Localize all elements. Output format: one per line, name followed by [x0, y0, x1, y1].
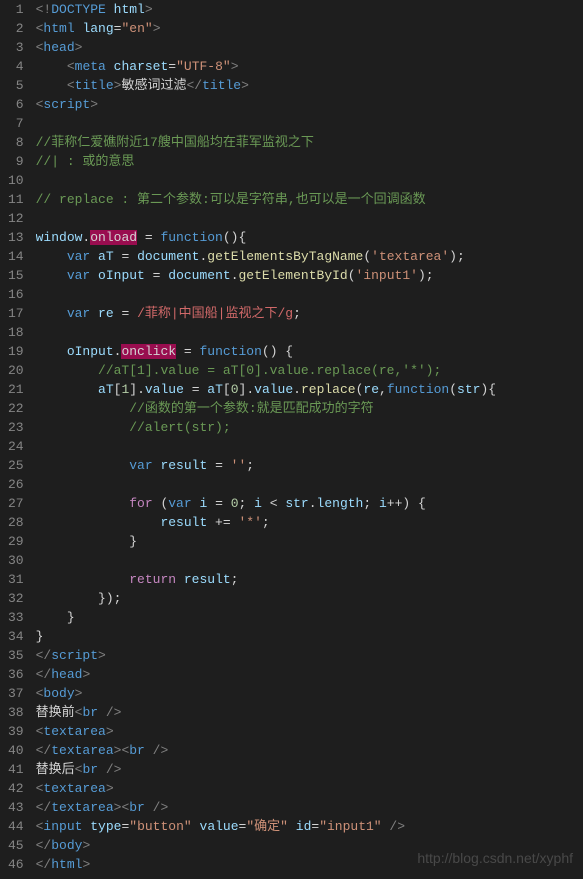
code-line[interactable]: <!DOCTYPE html>: [36, 0, 583, 19]
line-number-gutter: 1 2 3 4 5 6 7 8 9 10 11 12 13 14 15 16 1…: [0, 0, 36, 874]
code-line[interactable]: <body>: [36, 684, 583, 703]
watermark: http://blog.csdn.net/xyphf: [417, 849, 573, 868]
code-line[interactable]: window.onload = function(){: [36, 228, 583, 247]
code-line[interactable]: var result = '';: [36, 456, 583, 475]
code-line[interactable]: }: [36, 608, 583, 627]
code-line[interactable]: [36, 114, 583, 133]
code-line[interactable]: //aT[1].value = aT[0].value.replace(re,'…: [36, 361, 583, 380]
code-line[interactable]: <html lang="en">: [36, 19, 583, 38]
code-line[interactable]: [36, 209, 583, 228]
code-line[interactable]: <textarea>: [36, 722, 583, 741]
code-line[interactable]: oInput.onclick = function() {: [36, 342, 583, 361]
code-line[interactable]: </script>: [36, 646, 583, 665]
code-line[interactable]: <title>敏感词过滤</title>: [36, 76, 583, 95]
code-line[interactable]: </head>: [36, 665, 583, 684]
code-line[interactable]: // replace : 第二个参数:可以是字符串,也可以是一个回调函数: [36, 190, 583, 209]
code-line[interactable]: [36, 437, 583, 456]
code-line[interactable]: <script>: [36, 95, 583, 114]
code-line[interactable]: [36, 551, 583, 570]
code-line[interactable]: 替换前<br />: [36, 703, 583, 722]
code-line[interactable]: //函数的第一个参数:就是匹配成功的字符: [36, 399, 583, 418]
code-line[interactable]: //alert(str);: [36, 418, 583, 437]
code-line[interactable]: var aT = document.getElementsByTagName('…: [36, 247, 583, 266]
code-line[interactable]: [36, 323, 583, 342]
code-line[interactable]: result += '*';: [36, 513, 583, 532]
code-line[interactable]: for (var i = 0; i < str.length; i++) {: [36, 494, 583, 513]
code-line[interactable]: </textarea><br />: [36, 741, 583, 760]
code-line[interactable]: var oInput = document.getElementById('in…: [36, 266, 583, 285]
code-line[interactable]: <meta charset="UTF-8">: [36, 57, 583, 76]
code-line[interactable]: </textarea><br />: [36, 798, 583, 817]
code-line[interactable]: return result;: [36, 570, 583, 589]
code-area[interactable]: <!DOCTYPE html><html lang="en"><head> <m…: [36, 0, 583, 874]
code-line[interactable]: [36, 475, 583, 494]
code-line[interactable]: var re = /菲称|中国船|监视之下/g;: [36, 304, 583, 323]
code-line[interactable]: }: [36, 627, 583, 646]
code-line[interactable]: }: [36, 532, 583, 551]
code-line[interactable]: <input type="button" value="确定" id="inpu…: [36, 817, 583, 836]
code-line[interactable]: //| : 或的意思: [36, 152, 583, 171]
code-line[interactable]: //菲称仁爱礁附近17艘中国船均在菲军监视之下: [36, 133, 583, 152]
code-line[interactable]: aT[1].value = aT[0].value.replace(re,fun…: [36, 380, 583, 399]
code-line[interactable]: });: [36, 589, 583, 608]
code-line[interactable]: <head>: [36, 38, 583, 57]
code-line[interactable]: 替换后<br />: [36, 760, 583, 779]
code-line[interactable]: [36, 171, 583, 190]
code-line[interactable]: <textarea>: [36, 779, 583, 798]
code-line[interactable]: [36, 285, 583, 304]
